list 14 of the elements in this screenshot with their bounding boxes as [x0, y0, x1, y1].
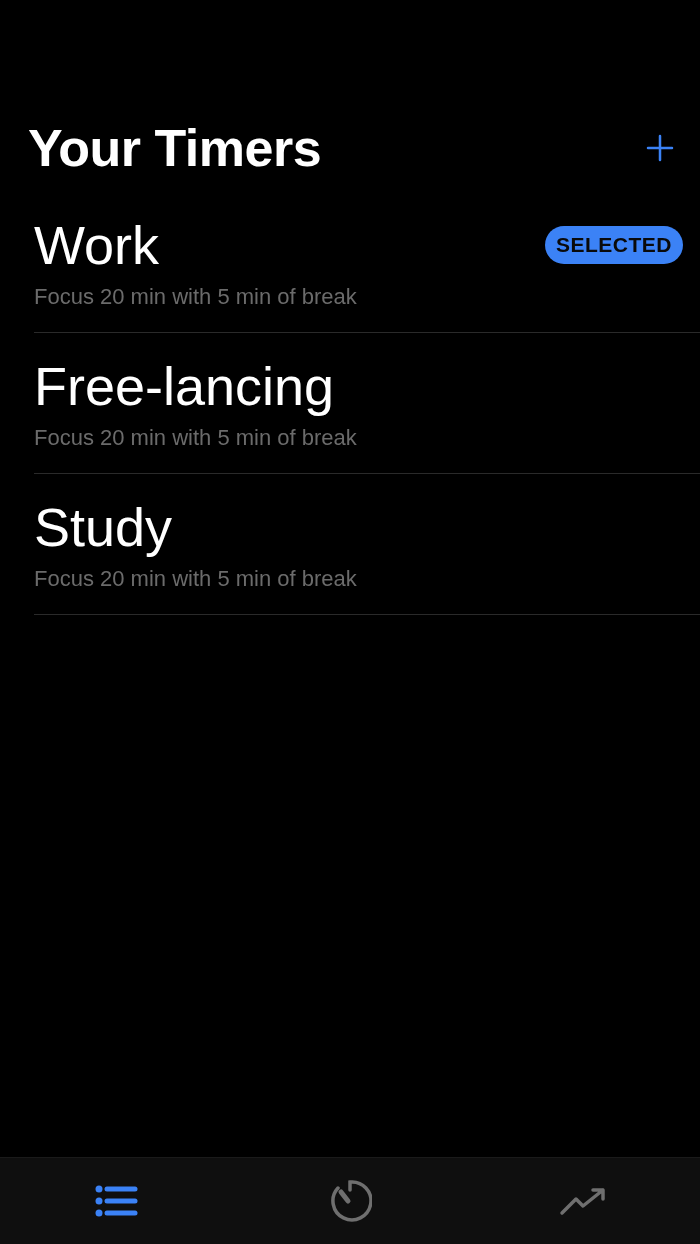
timer-description: Focus 20 min with 5 min of break	[34, 284, 357, 310]
timer-name: Free-lancing	[34, 355, 335, 417]
timer-icon	[328, 1179, 372, 1223]
timer-description: Focus 20 min with 5 min of break	[34, 425, 357, 451]
timer-description: Focus 20 min with 5 min of break	[34, 566, 357, 592]
timer-name: Work	[34, 214, 159, 276]
timer-row[interactable]: Work Focus 20 min with 5 min of break SELECTED	[34, 192, 700, 333]
timer-name: Study	[34, 496, 173, 558]
list-icon	[94, 1185, 139, 1217]
page-title: Your Timers	[28, 118, 322, 178]
trend-up-icon	[559, 1186, 608, 1216]
selected-badge: SELECTED	[545, 225, 683, 264]
timer-row[interactable]: Study Focus 20 min with 5 min of break	[34, 474, 700, 615]
timer-row[interactable]: Free-lancing Focus 20 min with 5 min of break	[34, 333, 700, 474]
